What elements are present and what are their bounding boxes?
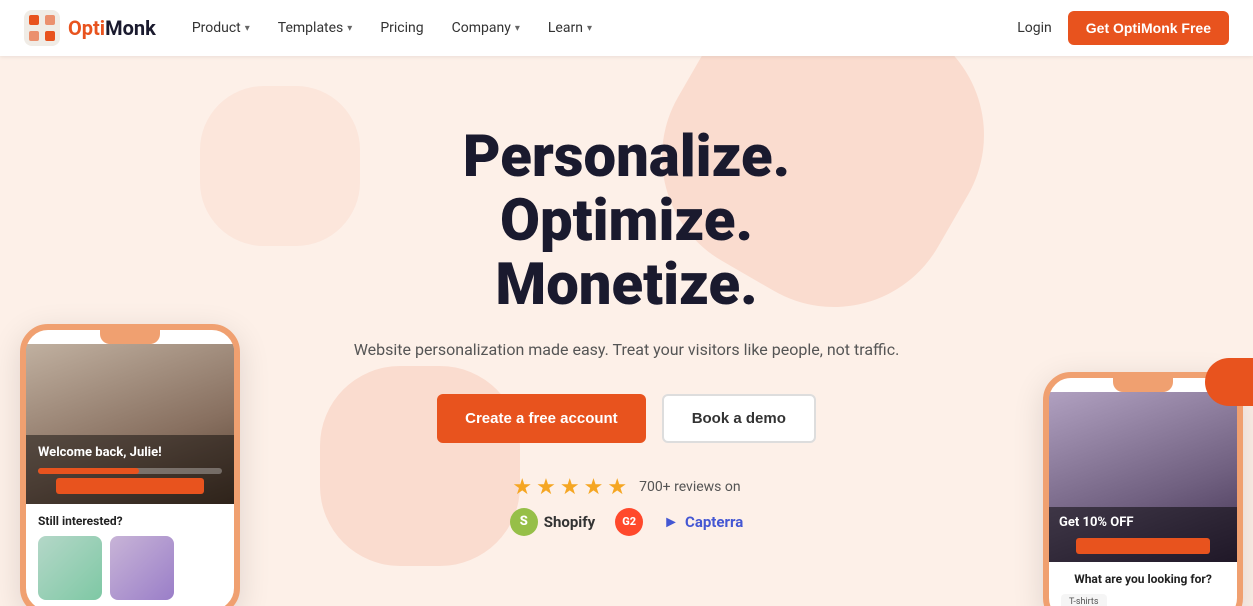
book-demo-button[interactable]: Book a demo bbox=[662, 394, 816, 443]
hero-subtitle: Website personalization made easy. Treat… bbox=[337, 338, 917, 362]
card-products bbox=[38, 536, 222, 600]
peek-circle-decoration bbox=[1205, 358, 1253, 406]
nav-right: Login Get OptiMonk Free bbox=[1017, 11, 1229, 45]
platform-shopify: S Shopify bbox=[510, 508, 595, 536]
chevron-down-icon: ▾ bbox=[245, 23, 250, 34]
right-tag-row: T-shirts bbox=[1061, 594, 1225, 606]
popup-action-button bbox=[56, 478, 203, 494]
popup-discount-text: Get 10% OFF bbox=[1059, 515, 1227, 532]
right-card-area: What are you looking for? T-shirts bbox=[1049, 562, 1237, 606]
tag-tshirts: T-shirts bbox=[1061, 594, 1107, 606]
phone-notch bbox=[100, 330, 160, 344]
platform-capterra: ► Capterra bbox=[663, 512, 743, 532]
right-card-title: What are you looking for? bbox=[1061, 572, 1225, 586]
popup-welcome-text: Welcome back, Julie! bbox=[38, 445, 222, 462]
navbar: OptiMonk Product ▾ Templates ▾ Pricing C… bbox=[0, 0, 1253, 56]
star-3: ★ bbox=[560, 475, 580, 500]
phone-image-right: Get 10% OFF bbox=[1049, 392, 1237, 562]
star-5: ★ bbox=[607, 475, 627, 500]
reviews-area: ★ ★ ★ ★ ★ 700+ reviews on S Shopify G2 ►… bbox=[337, 475, 917, 536]
g2-icon: G2 bbox=[615, 508, 643, 536]
logo-icon bbox=[24, 10, 60, 46]
nav-item-templates[interactable]: Templates ▾ bbox=[266, 14, 365, 42]
product-thumb-1 bbox=[38, 536, 102, 600]
stars-row: ★ ★ ★ ★ ★ 700+ reviews on bbox=[512, 475, 740, 500]
phone-mockup-right: Get 10% OFF What are you looking for? T-… bbox=[1043, 372, 1243, 606]
phone-mockup-left: Welcome back, Julie! Still interested? bbox=[20, 324, 240, 606]
platform-g2: G2 bbox=[615, 508, 643, 536]
product-thumb-2 bbox=[110, 536, 174, 600]
phone-popup: Welcome back, Julie! bbox=[26, 435, 234, 504]
shopify-icon: S bbox=[510, 508, 538, 536]
popup-progress-bar-bg bbox=[38, 468, 222, 474]
chevron-down-icon: ▾ bbox=[587, 23, 592, 34]
capterra-label: Capterra bbox=[685, 513, 743, 531]
nav-item-company[interactable]: Company ▾ bbox=[440, 14, 532, 42]
chevron-down-icon: ▾ bbox=[515, 23, 520, 34]
nav-item-pricing[interactable]: Pricing bbox=[368, 14, 435, 42]
nav-links: Product ▾ Templates ▾ Pricing Company ▾ … bbox=[180, 14, 1017, 42]
login-link[interactable]: Login bbox=[1017, 20, 1052, 36]
logo-text: OptiMonk bbox=[68, 16, 156, 40]
phone-image-area: Welcome back, Julie! bbox=[26, 344, 234, 504]
hero-content: Personalize. Optimize. Monetize. Website… bbox=[317, 126, 937, 535]
nav-cta-button[interactable]: Get OptiMonk Free bbox=[1068, 11, 1229, 45]
shopify-label: Shopify bbox=[544, 513, 595, 531]
popup-right-button bbox=[1076, 538, 1210, 554]
star-1: ★ bbox=[512, 475, 532, 500]
create-account-button[interactable]: Create a free account bbox=[437, 394, 646, 443]
phone-notch-right bbox=[1113, 378, 1173, 392]
phone-popup-right: Get 10% OFF bbox=[1049, 507, 1237, 562]
star-4: ★ bbox=[584, 475, 604, 500]
star-2: ★ bbox=[536, 475, 556, 500]
platforms-row: S Shopify G2 ► Capterra bbox=[510, 508, 744, 536]
logo[interactable]: OptiMonk bbox=[24, 10, 156, 46]
card-title: Still interested? bbox=[38, 514, 222, 528]
nav-item-product[interactable]: Product ▾ bbox=[180, 14, 262, 42]
reviews-text: 700+ reviews on bbox=[639, 479, 741, 495]
capterra-icon: ► bbox=[663, 512, 679, 532]
hero-section: Welcome back, Julie! Still interested? P… bbox=[0, 56, 1253, 606]
popup-progress-bar-fill bbox=[38, 468, 139, 474]
phone-card-area: Still interested? bbox=[26, 504, 234, 606]
hero-title: Personalize. Optimize. Monetize. bbox=[337, 126, 917, 317]
nav-item-learn[interactable]: Learn ▾ bbox=[536, 14, 604, 42]
hero-buttons: Create a free account Book a demo bbox=[337, 394, 917, 443]
chevron-down-icon: ▾ bbox=[347, 23, 352, 34]
